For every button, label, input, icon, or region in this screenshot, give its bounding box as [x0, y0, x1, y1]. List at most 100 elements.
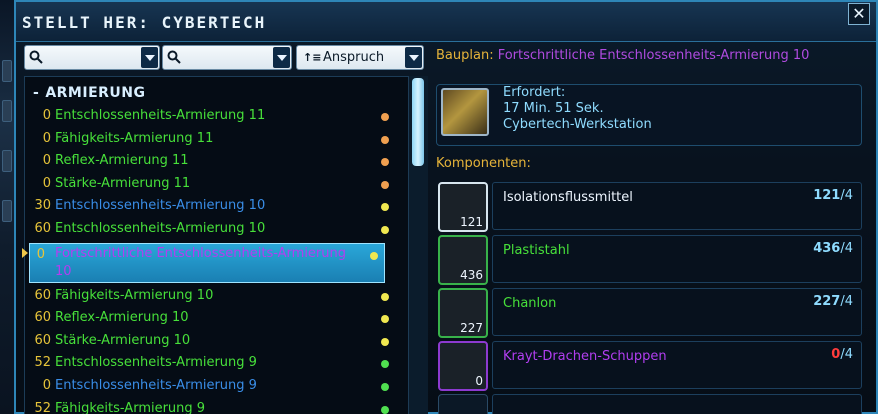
- list-item[interactable]: 0 Stärke-Armierung 11: [25, 173, 395, 196]
- requirements-text: Erfordert: 17 Min. 51 Sek. Cybertech-Wer…: [503, 85, 652, 133]
- list-item[interactable]: 0 Reflex-Armierung 11: [25, 150, 395, 173]
- component-bar: Chanlon 227/4: [492, 288, 862, 336]
- difficulty-dot-icon: [381, 337, 389, 346]
- chanlon-icon[interactable]: 227: [438, 288, 488, 338]
- side-button[interactable]: [2, 60, 12, 82]
- crafting-window: STELLT HER: CYBERTECH ✕ ↑≡ Anspruch - ARM…: [14, 0, 878, 414]
- schematic-rows: 0 Entschlossenheits-Armierung 11 0 Fähigkei…: [22, 105, 395, 414]
- side-button[interactable]: [2, 150, 12, 172]
- search-input-2[interactable]: [162, 45, 292, 70]
- requires-label: Erfordert:: [503, 85, 566, 100]
- search-input-1[interactable]: [24, 45, 160, 70]
- item-level: 52: [34, 400, 51, 414]
- craft-time: 17 Min. 51 Sek.: [503, 101, 604, 116]
- item-name: Entschlossenheits-Armierung 10: [55, 198, 266, 214]
- difficulty-dot-icon: [381, 158, 389, 167]
- list-item[interactable]: 0 Entschlossenheits-Armierung 9: [25, 375, 395, 398]
- component-row: 436 Plastistahl 436/4: [436, 235, 862, 285]
- krayt-drachen-schuppen-icon[interactable]: 0: [438, 341, 488, 391]
- have-count: 0: [831, 347, 841, 362]
- list-item[interactable]: 52 Entschlossenheits-Armierung 9: [25, 352, 395, 375]
- component-bar: Krayt-Drachen-Schuppen 0/4: [492, 341, 862, 389]
- component-row: 121 Isolationsflussmittel 121/4: [436, 182, 862, 232]
- component-bar: Plastistahl 436/4: [492, 235, 862, 283]
- components-label: Komponenten:: [436, 156, 531, 171]
- item-level: 30: [34, 198, 51, 214]
- list-item[interactable]: 60 Stärke-Armierung 10: [25, 330, 395, 353]
- window-title: STELLT HER: CYBERTECH: [22, 13, 267, 32]
- search-icon: [29, 50, 43, 64]
- item-level: 0: [42, 130, 51, 146]
- chevron-down-icon[interactable]: [405, 47, 422, 68]
- item-name: Stärke-Armierung 10: [55, 332, 191, 348]
- chevron-down-icon[interactable]: [141, 47, 158, 68]
- item-level: 0: [42, 377, 51, 393]
- component-count: 121/4: [813, 188, 853, 203]
- plastistahl-icon[interactable]: 436: [438, 235, 488, 285]
- component-bar: Isolationsflussmittel 121/4: [492, 182, 862, 230]
- list-item[interactable]: 0 Entschlossenheits-Armierung 11: [25, 105, 395, 128]
- list-item[interactable]: 30 Entschlossenheits-Armierung 10: [25, 195, 395, 218]
- sort-dropdown[interactable]: ↑≡ Anspruch: [296, 45, 424, 70]
- component-row: 227 Chanlon 227/4: [436, 288, 862, 338]
- close-button[interactable]: ✕: [848, 3, 870, 25]
- adjacent-ui-strip: [0, 0, 14, 414]
- difficulty-dot-icon: [381, 225, 389, 234]
- item-name: Fähigkeits-Armierung 9: [55, 400, 206, 414]
- owned-quantity: 0: [475, 374, 483, 388]
- item-level: 60: [34, 287, 51, 303]
- need-count: /4: [840, 241, 853, 256]
- crafting-station: Cybertech-Werkstation: [503, 117, 652, 132]
- list-item[interactable]: 60 Fähigkeits-Armierung 10: [25, 285, 395, 308]
- difficulty-dot-icon: [381, 382, 389, 391]
- chevron-down-icon[interactable]: [273, 47, 290, 68]
- difficulty-dot-icon: [381, 315, 389, 324]
- item-level: 0: [42, 108, 51, 123]
- owned-quantity: 121: [460, 215, 483, 229]
- list-item[interactable]: 60 Reflex-Armierung 10: [25, 307, 395, 330]
- empty-component-bar: [492, 394, 862, 414]
- difficulty-dot-icon: [381, 113, 389, 121]
- bauplan-value: Fortschrittliche Entschlossenheits-Armie…: [497, 48, 810, 63]
- owned-quantity: 227: [460, 321, 483, 335]
- item-name: Fähigkeits-Armierung 11: [55, 130, 214, 146]
- difficulty-dot-icon: [381, 360, 389, 369]
- item-level: 0: [42, 175, 51, 191]
- list-item[interactable]: 52 Fähigkeits-Armierung 9: [25, 398, 395, 414]
- title-bar[interactable]: STELLT HER: CYBERTECH ✕: [16, 2, 876, 42]
- item-level: 0: [36, 246, 45, 262]
- armoring-item-icon[interactable]: [441, 88, 489, 136]
- item-name: Fähigkeits-Armierung 10: [55, 287, 214, 303]
- component-name: Plastistahl: [503, 243, 570, 258]
- item-name: Entschlossenheits-Armierung 10: [55, 220, 266, 236]
- difficulty-dot-icon: [381, 203, 389, 212]
- component-count: 227/4: [813, 294, 853, 309]
- need-count: /4: [840, 294, 853, 309]
- list-scrollbar[interactable]: [408, 76, 428, 414]
- item-level: 60: [34, 310, 51, 326]
- sort-label: Anspruch: [323, 50, 385, 65]
- list-item[interactable]: 60 Entschlossenheits-Armierung 10: [25, 218, 395, 241]
- list-item[interactable]: 0 Fähigkeits-Armierung 11: [25, 128, 395, 151]
- difficulty-dot-icon: [381, 180, 389, 189]
- have-count: 436: [813, 241, 841, 256]
- scroll-thumb[interactable]: [412, 78, 424, 166]
- side-button[interactable]: [2, 200, 12, 222]
- schematic-list: - ARMIERUNG 0 Entschlossenheits-Armierung …: [22, 76, 416, 414]
- item-name: Reflex-Armierung 11: [55, 153, 189, 169]
- sort-ascending-icon: ↑≡: [303, 51, 322, 64]
- side-button[interactable]: [2, 100, 12, 122]
- component-name: Isolationsflussmittel: [503, 190, 633, 205]
- item-name: Entschlossenheits-Armierung 9: [55, 355, 257, 371]
- isolationsflussmittel-icon[interactable]: 121: [438, 182, 488, 232]
- bauplan-label: Bauplan:: [436, 48, 494, 63]
- category-label: ARMIERUNG: [45, 85, 146, 101]
- requirements-box: Erfordert: 17 Min. 51 Sek. Cybertech-Wer…: [436, 84, 862, 146]
- selection-arrow-icon: [22, 247, 28, 258]
- schematic-title: Bauplan: Fortschrittliche Entschlossenhe…: [436, 48, 809, 63]
- difficulty-dot-icon: [381, 405, 389, 414]
- item-name: Fortschrittliche Entschlossenheits-Armie…: [55, 245, 347, 279]
- category-header[interactable]: - ARMIERUNG: [33, 85, 146, 101]
- list-item-selected[interactable]: 0 Fortschrittliche Entschlossenheits-Armi…: [22, 242, 385, 283]
- have-count: 121: [813, 188, 841, 203]
